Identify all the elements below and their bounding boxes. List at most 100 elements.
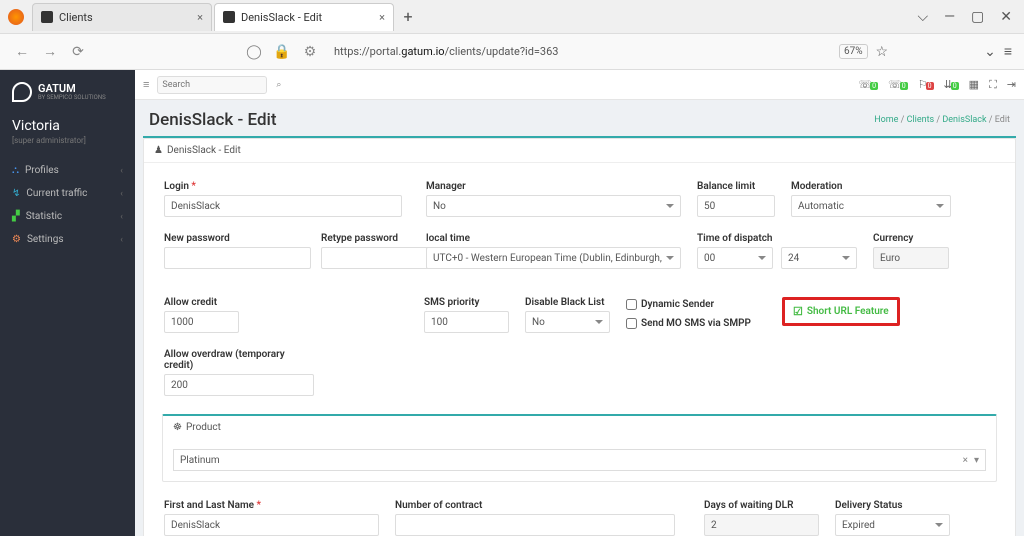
hamburger-icon[interactable]: ≡ [143,78,149,91]
moderation-select[interactable]: Automatic [791,195,951,217]
sidebar-item-settings[interactable]: ⚙Settings‹ [0,228,135,251]
dispatch-to-select[interactable]: 24 [781,247,857,269]
dispatch-label: Time of dispatch [697,233,857,244]
tab-label: Clients [59,11,93,24]
localtime-label: local time [426,233,681,244]
tab-label: DenisSlack - Edit [241,11,322,24]
send-mo-checkbox[interactable]: Send MO SMS via SMPP [626,318,766,329]
favicon-icon [223,11,235,23]
back-icon[interactable]: ← [12,43,32,60]
product-value: Platinum [180,455,220,466]
close-window-icon[interactable]: ✕ [1000,9,1012,25]
pocket-icon[interactable]: ⌄ [984,44,996,60]
alert-icon[interactable]: ☏0 [888,78,908,91]
login-input[interactable] [164,195,402,217]
dispatch-from-select[interactable]: 00 [697,247,773,269]
sidebar-item-traffic[interactable]: ↯Current traffic‹ [0,182,135,205]
alert-icon[interactable]: ⚐0 [918,78,934,91]
checkbox-label: Send MO SMS via SMPP [641,318,751,329]
maximize-icon[interactable]: ▢ [971,9,984,25]
login-label: Login [164,181,402,192]
allow-overdraw-label: Allow overdraw (temporary credit) [164,349,314,371]
product-select[interactable]: Platinum × ▾ [173,449,986,471]
sidebar-item-profiles[interactable]: ⛬ Profiles ‹ [0,159,135,182]
crumb-home[interactable]: Home [874,115,898,125]
firstlast-input[interactable] [164,514,379,536]
sms-priority-label: SMS priority [424,297,509,308]
search-icon[interactable]: ⌕ [276,80,281,90]
contract-label: Number of contract [395,500,675,511]
sms-priority-input[interactable] [424,311,509,333]
users-icon: ⛬ [12,165,19,176]
currency-select[interactable]: Euro [873,247,949,269]
new-tab-button[interactable]: + [396,7,420,26]
localtime-select[interactable]: UTC+0 - Western European Time (Dublin, E… [426,247,681,269]
alert-icon[interactable]: ☏0 [858,78,878,91]
delivery-label: Delivery Status [835,500,950,511]
product-head-label: Product [186,422,221,433]
sidebar-item-statistic[interactable]: ▞Statistic‹ [0,205,135,228]
newpass-label: New password [164,233,311,244]
chevron-left-icon: ‹ [120,212,123,222]
logo-icon [12,82,32,102]
dynamic-sender-checkbox[interactable]: Dynamic Sender [626,299,766,310]
user-icon: ♟ [154,145,163,156]
sidebar-item-label: Settings [27,234,64,245]
reload-icon[interactable]: ⟳ [68,44,88,60]
balance-label: Balance limit [697,181,775,192]
allow-overdraw-input[interactable] [164,374,314,396]
disable-bl-select[interactable]: No [525,311,610,333]
contract-input[interactable] [395,514,675,536]
browser-tab-strip: Clients × DenisSlack - Edit × + ⌵ — ▢ ✕ [0,0,1024,34]
shield-icon[interactable]: ◯ [244,44,264,60]
logout-icon[interactable]: ⇥ [1007,78,1016,91]
user-role: [super administrator] [0,136,135,159]
crumb-entity[interactable]: DenisSlack [942,115,986,125]
clear-icon[interactable]: × [957,455,974,466]
flag-icon[interactable]: ▦ [969,78,979,91]
url-text: https://portal.gatum.io/clients/update?i… [334,45,825,58]
zoom-badge[interactable]: 67% [839,44,868,59]
url-input[interactable]: https://portal.gatum.io/clients/update?i… [328,45,831,58]
chevron-left-icon: ‹ [120,166,123,176]
logo: GATUM BY SEMPICO SOLUTIONS [0,82,135,112]
bookmark-icon[interactable]: ☆ [876,44,889,60]
short-url-checkbox[interactable]: ☑Short URL Feature [793,305,889,318]
moderation-label: Moderation [791,181,951,192]
chart-icon: ▞ [12,211,20,222]
menu-icon[interactable]: ≡ [1004,43,1012,60]
checkbox-label: Dynamic Sender [641,299,714,310]
address-bar: ← → ⟳ ◯ 🔒 ⚙ https://portal.gatum.io/clie… [0,34,1024,70]
minimize-icon[interactable]: — [944,9,955,25]
tab-clients[interactable]: Clients × [32,3,212,31]
forward-icon[interactable]: → [40,43,60,60]
product-panel: ☸ Product Platinum × ▾ [162,414,997,482]
edit-panel: ♟DenisSlack - Edit Login New password Re… [143,138,1016,536]
sidebar-item-label: Profiles [25,165,59,176]
short-url-highlight: ☑Short URL Feature [782,297,900,326]
search-field[interactable] [162,80,276,90]
dlr-input[interactable] [704,514,819,536]
tab-edit[interactable]: DenisSlack - Edit × [214,3,394,31]
brand-name: GATUM [38,83,106,94]
crumb-clients[interactable]: Clients [907,115,935,125]
allow-credit-input[interactable] [164,311,239,333]
chevron-down-icon[interactable]: ▾ [974,455,979,466]
traffic-icon: ↯ [12,188,20,199]
permissions-icon[interactable]: ⚙ [300,44,320,60]
favicon-icon [41,11,53,23]
balance-input[interactable] [697,195,775,217]
gear-icon: ⚙ [12,234,21,245]
main-content: ≡ ⌕ ☏0 ☏0 ⚐0 ⇊0 ▦ ⛶ ⇥ DenisSlack - Edit … [135,70,1024,536]
alert-icon[interactable]: ⇊0 [944,78,959,91]
chevron-down-icon[interactable]: ⌵ [917,9,928,25]
page-title: DenisSlack - Edit [149,110,277,130]
close-icon[interactable]: × [197,11,203,24]
product-icon: ☸ [173,422,182,433]
delivery-select[interactable]: Expired [835,514,950,536]
close-icon[interactable]: × [379,11,385,24]
search-input[interactable]: ⌕ [157,76,267,94]
newpass-input[interactable] [164,247,311,269]
manager-select[interactable]: No [426,195,681,217]
expand-icon[interactable]: ⛶ [989,78,997,92]
